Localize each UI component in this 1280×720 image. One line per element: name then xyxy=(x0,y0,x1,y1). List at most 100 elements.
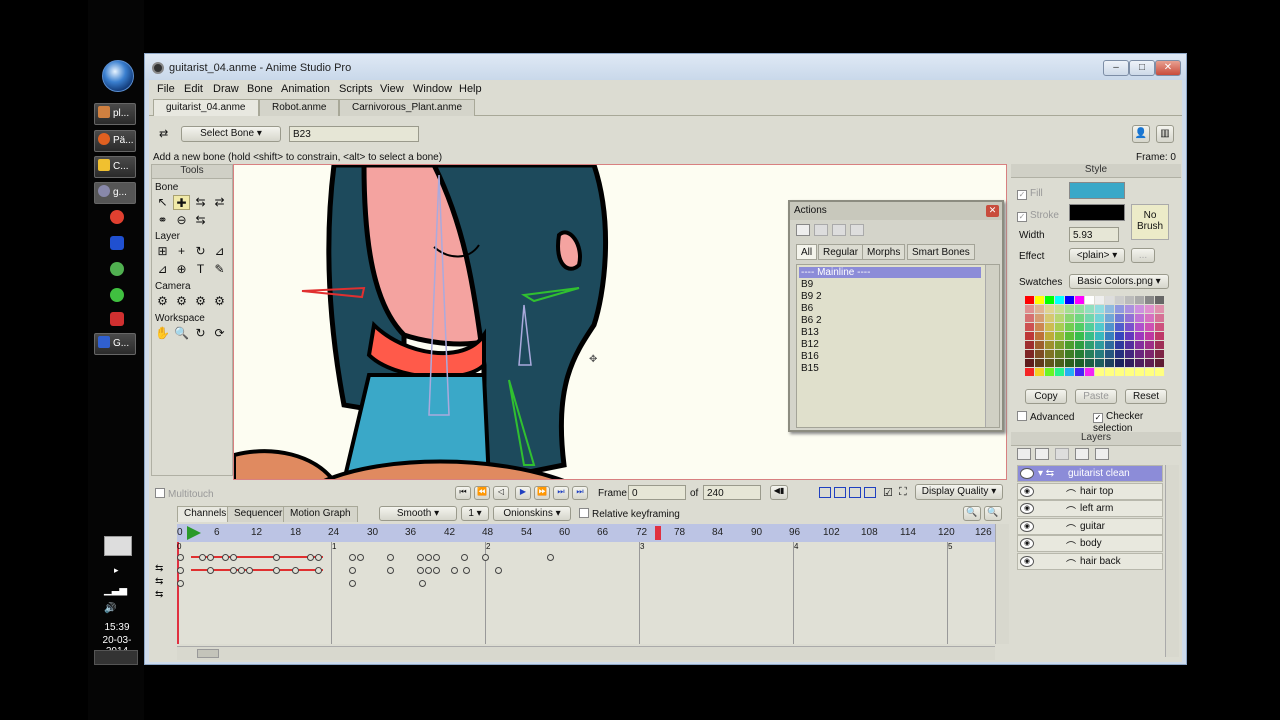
swatch-color[interactable] xyxy=(1115,332,1124,340)
keyframe[interactable] xyxy=(433,567,440,574)
keyframe[interactable] xyxy=(315,567,322,574)
keyframe[interactable] xyxy=(238,567,245,574)
eye-icon[interactable]: ◉ xyxy=(1020,486,1034,497)
swatch-color[interactable] xyxy=(1045,296,1054,304)
swatch-color[interactable] xyxy=(1035,332,1044,340)
translate-layer-icon[interactable]: ⊞ xyxy=(154,244,171,259)
swatch-color[interactable] xyxy=(1105,314,1114,322)
swatch-color[interactable] xyxy=(1045,350,1054,358)
swatch-color[interactable] xyxy=(1135,296,1144,304)
swatch-color[interactable] xyxy=(1085,359,1094,367)
swatch-color[interactable] xyxy=(1075,359,1084,367)
list-item[interactable]: B6 2 xyxy=(801,315,822,326)
swatch-color[interactable] xyxy=(1105,323,1114,331)
view-split-v-icon[interactable] xyxy=(834,487,846,498)
audio-icon[interactable]: ◀▮ xyxy=(770,485,788,500)
swatch-color[interactable] xyxy=(1085,323,1094,331)
pan-tilt-camera-icon[interactable]: ⚙ xyxy=(211,294,228,309)
close-button[interactable]: ✕ xyxy=(1155,60,1181,76)
layers-scrollbar[interactable] xyxy=(1165,465,1179,657)
keyframe-tracks[interactable]: 0 1 2 3 4 5 xyxy=(177,542,995,644)
swatch-color[interactable] xyxy=(1085,341,1094,349)
interpolation-dropdown[interactable]: Smooth ▾ xyxy=(379,506,457,521)
display-quality-dropdown[interactable]: Display Quality ▾ xyxy=(915,484,1003,500)
maximize-button[interactable]: □ xyxy=(1129,60,1155,76)
list-item[interactable]: B13 xyxy=(801,327,819,338)
chat-icon[interactable] xyxy=(110,262,124,276)
step-forward-icon[interactable]: ⏭ xyxy=(553,486,569,500)
swatch-color[interactable] xyxy=(1145,296,1154,304)
swatch-color[interactable] xyxy=(1035,368,1044,376)
tab-carnivorous-plant[interactable]: Carnivorous_Plant.anme xyxy=(339,99,476,116)
rewind-icon[interactable]: ⏮ xyxy=(455,486,471,500)
add-icon[interactable]: + xyxy=(173,244,190,259)
keyframe[interactable] xyxy=(495,567,502,574)
swatch-color[interactable] xyxy=(1155,332,1164,340)
swatch-color[interactable] xyxy=(1065,296,1074,304)
orbit-workspace-icon[interactable]: ⟳ xyxy=(211,326,228,341)
play-icon[interactable]: ▶ xyxy=(515,486,531,500)
tab-sequencer[interactable]: Sequencer xyxy=(227,506,290,522)
swatch-color[interactable] xyxy=(1025,368,1034,376)
swatch-color[interactable] xyxy=(1125,332,1134,340)
swatch-color[interactable] xyxy=(1035,296,1044,304)
effect-edit-button[interactable]: ... xyxy=(1131,248,1155,263)
swatch-color[interactable] xyxy=(1045,332,1054,340)
swatch-color[interactable] xyxy=(1135,314,1144,322)
swatch-color[interactable] xyxy=(1075,332,1084,340)
swatch-color[interactable] xyxy=(1135,332,1144,340)
insert-action-icon[interactable] xyxy=(832,224,846,236)
swatch-color[interactable] xyxy=(1065,368,1074,376)
swatch-color[interactable] xyxy=(1145,359,1154,367)
checker-selection-checkbox[interactable]: ✓ Checker selection xyxy=(1093,411,1181,434)
keyframe[interactable] xyxy=(417,554,424,561)
add-layer-icon[interactable] xyxy=(1035,448,1049,460)
minimize-button[interactable]: – xyxy=(1103,60,1129,76)
keyframe[interactable] xyxy=(433,554,440,561)
swatch-color[interactable] xyxy=(1065,350,1074,358)
swatch-color[interactable] xyxy=(1115,314,1124,322)
switch-layer-icon[interactable]: ⊕ xyxy=(173,262,190,277)
hand-icon[interactable]: ✋ xyxy=(154,326,171,341)
swatch-color[interactable] xyxy=(1125,296,1134,304)
relative-keyframing-checkbox[interactable]: Relative keyframing xyxy=(579,508,680,520)
actions-close-icon[interactable]: ✕ xyxy=(986,205,999,217)
zoom-in-icon[interactable]: 🔍 xyxy=(984,506,1002,521)
swatch-color[interactable] xyxy=(1145,305,1154,313)
swatch-color[interactable] xyxy=(1065,305,1074,313)
swatch-palette[interactable] xyxy=(1025,296,1167,382)
swatch-color[interactable] xyxy=(1115,323,1124,331)
menu-scripts[interactable]: Scripts xyxy=(339,83,373,95)
keyframe[interactable] xyxy=(419,580,426,587)
keyframe[interactable] xyxy=(246,567,253,574)
bone-strength-icon[interactable]: ⇄ xyxy=(211,195,228,210)
tab-morphs[interactable]: Morphs xyxy=(862,244,906,260)
swatch-color[interactable] xyxy=(1055,296,1064,304)
layer-row[interactable]: ◉ ⌒ hair back xyxy=(1017,553,1163,571)
tab-guitarist[interactable]: guitarist_04.anme xyxy=(153,99,259,116)
timeline-ruler[interactable]: 0 6 12 18 24 30 36 42 48 54 60 66 72 78 … xyxy=(177,524,995,542)
list-item[interactable]: B15 xyxy=(801,363,819,374)
swatch-color[interactable] xyxy=(1025,323,1034,331)
frame-input[interactable]: 0 xyxy=(628,485,686,500)
menu-edit[interactable]: Edit xyxy=(184,83,203,95)
bind-points-icon[interactable]: ⇆ xyxy=(192,213,209,228)
keyframe[interactable] xyxy=(425,567,432,574)
swatch-color[interactable] xyxy=(1105,341,1114,349)
volume-icon[interactable]: 🔊 xyxy=(104,603,116,614)
swatch-color[interactable] xyxy=(1095,359,1104,367)
timeline-v-scrollbar[interactable] xyxy=(995,524,1009,644)
transform-bone-icon[interactable]: ⚭ xyxy=(154,213,171,228)
keyframe[interactable] xyxy=(315,554,322,561)
swatch-color[interactable] xyxy=(1075,323,1084,331)
keyframe[interactable] xyxy=(307,554,314,561)
swatch-color[interactable] xyxy=(1115,368,1124,376)
start-button[interactable] xyxy=(102,60,134,92)
swatch-color[interactable] xyxy=(1045,341,1054,349)
menu-help[interactable]: Help xyxy=(459,83,482,95)
zoom-camera-icon[interactable]: ⚙ xyxy=(173,294,190,309)
keyframe[interactable] xyxy=(177,580,184,587)
width-input[interactable]: 5.93 xyxy=(1069,227,1119,242)
taskbar-item-4[interactable]: g... xyxy=(94,182,136,204)
paste-button[interactable]: Paste xyxy=(1075,389,1117,404)
